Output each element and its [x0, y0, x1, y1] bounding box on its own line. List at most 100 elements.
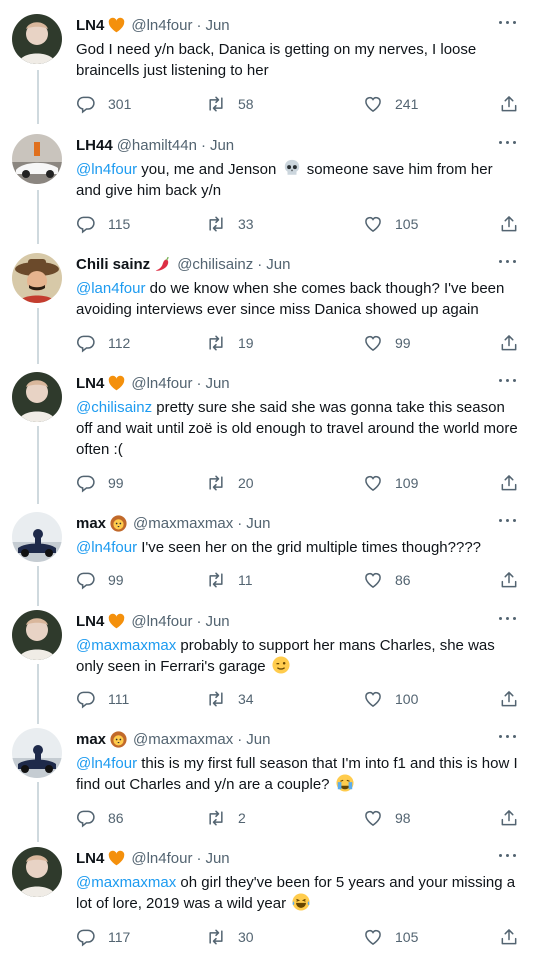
- like-icon: [363, 689, 383, 709]
- reply-count: 99: [108, 572, 124, 588]
- like-button[interactable]: 100: [363, 689, 418, 709]
- display-name[interactable]: LN4: [76, 850, 104, 867]
- reply-button[interactable]: 112: [76, 333, 130, 353]
- avatar[interactable]: [12, 253, 62, 303]
- share-button[interactable]: [499, 689, 519, 709]
- tweet[interactable]: LN4 @ln4four · Jun @maxmaxmax oh girl th…: [0, 833, 535, 960]
- handle[interactable]: @maxmaxmax: [133, 515, 233, 532]
- timestamp[interactable]: Jun: [246, 515, 270, 532]
- retweet-button[interactable]: 20: [206, 473, 254, 493]
- retweet-count: 34: [238, 691, 254, 707]
- separator-dot: ·: [196, 16, 202, 34]
- retweet-button[interactable]: 11: [206, 570, 253, 590]
- timestamp[interactable]: Jun: [210, 137, 234, 154]
- more-options-icon[interactable]: [499, 514, 519, 528]
- more-options-icon[interactable]: [499, 255, 519, 269]
- like-button[interactable]: 105: [363, 927, 418, 947]
- reply-button[interactable]: 99: [76, 473, 124, 493]
- avatar[interactable]: [12, 372, 62, 422]
- handle[interactable]: @ln4four: [131, 375, 192, 392]
- share-button[interactable]: [499, 808, 519, 828]
- share-button[interactable]: [499, 333, 519, 353]
- reply-button[interactable]: 86: [76, 808, 124, 828]
- handle[interactable]: @chilisainz: [177, 256, 253, 273]
- display-name[interactable]: max: [76, 515, 106, 532]
- display-name[interactable]: Chili sainz: [76, 256, 150, 273]
- retweet-button[interactable]: 33: [206, 214, 254, 234]
- reply-count: 112: [108, 335, 131, 351]
- reply-button[interactable]: 117: [76, 927, 130, 947]
- like-button[interactable]: 105: [363, 214, 418, 234]
- handle[interactable]: @maxmaxmax: [133, 731, 233, 748]
- display-name[interactable]: LN4: [76, 17, 104, 34]
- display-name[interactable]: LN4: [76, 613, 104, 630]
- reply-button[interactable]: 115: [76, 214, 130, 234]
- mention-link[interactable]: @ln4four: [76, 755, 137, 772]
- more-options-icon[interactable]: [499, 730, 519, 744]
- share-button[interactable]: [499, 214, 519, 234]
- tweet[interactable]: LN4 @ln4four · Jun God I need y/n back, …: [0, 0, 535, 126]
- more-options-icon[interactable]: [499, 374, 519, 388]
- tweet-text: @lan4four do we know when she comes back…: [76, 278, 519, 320]
- retweet-count: 11: [238, 572, 253, 588]
- more-options-icon[interactable]: [499, 612, 519, 626]
- display-name[interactable]: max: [76, 731, 106, 748]
- share-button[interactable]: [499, 570, 519, 590]
- timestamp[interactable]: Jun: [205, 375, 229, 392]
- like-button[interactable]: 98: [363, 808, 411, 828]
- retweet-button[interactable]: 2: [206, 808, 246, 828]
- retweet-button[interactable]: 30: [206, 927, 254, 947]
- share-button[interactable]: [499, 473, 519, 493]
- handle[interactable]: @ln4four: [131, 850, 192, 867]
- more-options-icon[interactable]: [499, 16, 519, 30]
- like-button[interactable]: 109: [363, 473, 418, 493]
- more-options-icon[interactable]: [499, 136, 519, 150]
- like-button[interactable]: 99: [363, 333, 411, 353]
- retweet-button[interactable]: 58: [206, 94, 254, 114]
- timestamp[interactable]: Jun: [205, 850, 229, 867]
- display-name[interactable]: LH44: [76, 137, 113, 154]
- timestamp[interactable]: Jun: [266, 256, 290, 273]
- mention-link[interactable]: @ln4four: [76, 161, 137, 178]
- avatar[interactable]: [12, 512, 62, 562]
- timestamp[interactable]: Jun: [246, 731, 270, 748]
- avatar[interactable]: [12, 134, 62, 184]
- tweet[interactable]: LN4 @ln4four · Jun @chilisainz pretty su…: [0, 358, 535, 498]
- handle[interactable]: @hamilt44n: [117, 137, 197, 154]
- handle[interactable]: @ln4four: [131, 613, 192, 630]
- tweet[interactable]: max @maxmaxmax · Jun @ln4four this is my…: [0, 714, 535, 834]
- retweet-icon: [206, 473, 226, 493]
- avatar[interactable]: [12, 610, 62, 660]
- like-button[interactable]: 86: [363, 570, 411, 590]
- handle[interactable]: @ln4four: [131, 17, 192, 34]
- retweet-button[interactable]: 19: [206, 333, 254, 353]
- display-name[interactable]: LN4: [76, 375, 104, 392]
- retweet-button[interactable]: 34: [206, 689, 254, 709]
- reply-button[interactable]: 301: [76, 94, 131, 114]
- reply-count: 86: [108, 810, 124, 826]
- tweet[interactable]: Chili sainz @chilisainz · Jun @lan4four …: [0, 239, 535, 359]
- tweet[interactable]: max @maxmaxmax · Jun @ln4four I've seen …: [0, 498, 535, 598]
- reply-button[interactable]: 99: [76, 570, 124, 590]
- like-button[interactable]: 241: [363, 94, 418, 114]
- tweet[interactable]: LN4 @ln4four · Jun @maxmaxmax probably t…: [0, 596, 535, 716]
- avatar[interactable]: [12, 847, 62, 897]
- avatar[interactable]: [12, 728, 62, 778]
- timestamp[interactable]: Jun: [205, 17, 229, 34]
- mention-link[interactable]: @ln4four: [76, 539, 137, 556]
- more-options-icon[interactable]: [499, 849, 519, 863]
- avatar[interactable]: [12, 14, 62, 64]
- mention-link[interactable]: @chilisainz: [76, 399, 152, 416]
- action-bar: 99 11 86: [76, 570, 519, 592]
- share-button[interactable]: [499, 927, 519, 947]
- mention-link[interactable]: @maxmaxmax: [76, 874, 176, 891]
- mention-link[interactable]: @maxmaxmax: [76, 637, 176, 654]
- share-button[interactable]: [499, 94, 519, 114]
- retweet-icon: [206, 570, 226, 590]
- timestamp[interactable]: Jun: [205, 613, 229, 630]
- mention-link[interactable]: @lan4four: [76, 280, 145, 297]
- reply-button[interactable]: 111: [76, 689, 129, 709]
- retweet-count: 33: [238, 216, 254, 232]
- tweet[interactable]: LH44 @hamilt44n · Jun @ln4four you, me a…: [0, 120, 535, 240]
- like-icon: [363, 473, 383, 493]
